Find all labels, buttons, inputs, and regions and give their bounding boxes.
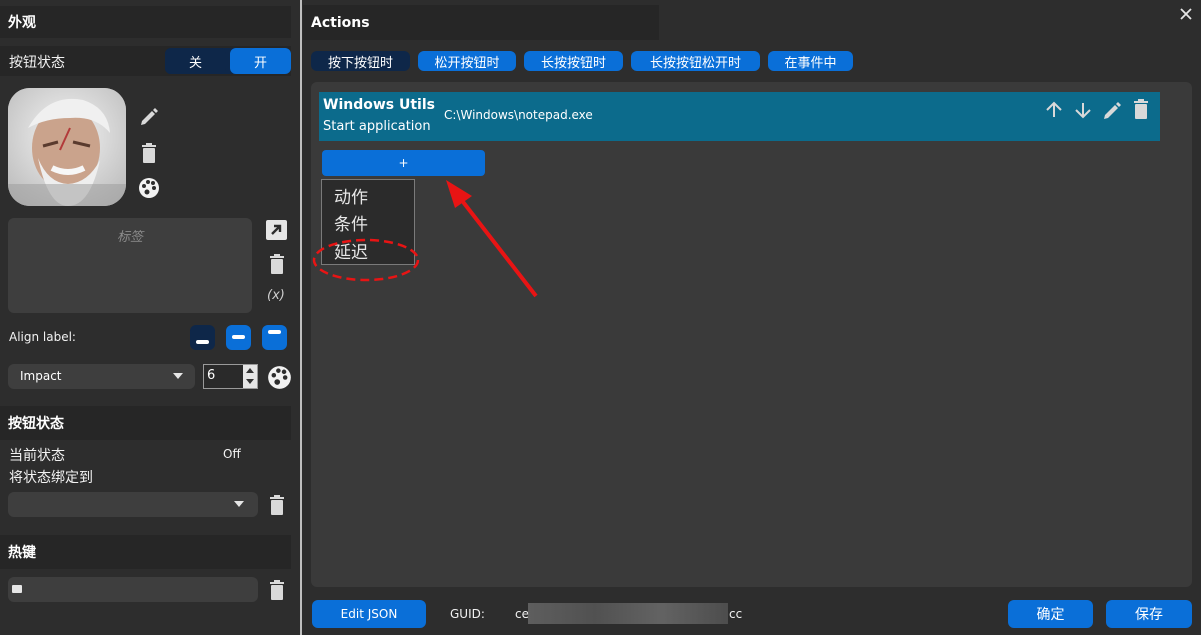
guid-label: GUID: <box>450 607 485 621</box>
highlight-ellipse <box>312 238 420 282</box>
actions-title: Actions <box>311 14 370 31</box>
hotkey-trash-icon[interactable] <box>268 578 286 602</box>
button-state-section-header: 按钮状态 <box>0 406 291 440</box>
annotation-arrow-head <box>446 180 472 208</box>
guid-suffix: cc <box>729 607 743 621</box>
tab-on-event[interactable]: 在事件中 <box>768 51 853 71</box>
font-size-stepper[interactable]: 6 <box>203 364 258 389</box>
label-trash-icon[interactable] <box>268 252 286 276</box>
edit-json-button[interactable]: Edit JSON <box>312 600 426 628</box>
left-sidebar: 外观 按钮状态 关 开 标签 (x) Align label: Impact 6… <box>0 0 300 635</box>
tab-press[interactable]: 按下按钮时 <box>311 51 410 71</box>
label-placeholder: 标签 <box>116 230 143 245</box>
bind-state-select[interactable] <box>8 492 258 517</box>
keyboard-icon <box>12 585 22 593</box>
guid-redacted <box>528 603 728 624</box>
action-title: Windows Utils <box>323 97 435 113</box>
action-pencil-icon[interactable] <box>1102 100 1122 120</box>
action-trash-icon[interactable] <box>1133 99 1149 121</box>
bind-state-label: 将状态绑定到 <box>9 470 93 486</box>
align-label-text: Align label: <box>9 330 76 344</box>
pencil-icon[interactable] <box>138 104 160 128</box>
appearance-header: 外观 <box>0 6 291 38</box>
column-divider <box>300 0 302 635</box>
font-size-value: 6 <box>207 368 216 383</box>
open-external-icon[interactable] <box>266 220 287 240</box>
action-subtitle: Start application <box>323 119 431 134</box>
bind-state-trash-icon[interactable] <box>268 493 286 517</box>
palette-icon[interactable] <box>137 176 161 200</box>
annotation-overlay <box>312 180 538 298</box>
close-icon[interactable] <box>1176 4 1196 24</box>
actions-header: Actions <box>303 5 659 40</box>
button-state-section-title: 按钮状态 <box>8 416 64 432</box>
tab-long-press[interactable]: 长按按钮时 <box>524 51 623 71</box>
arrow-down-icon[interactable] <box>1073 100 1093 120</box>
current-state-value: Off <box>223 447 241 461</box>
hotkey-section-title: 热键 <box>8 545 36 561</box>
ok-button[interactable]: 确定 <box>1008 600 1093 628</box>
toggle-on-button[interactable]: 开 <box>230 48 291 74</box>
current-state-label: 当前状态 <box>9 448 65 464</box>
hotkey-input[interactable] <box>8 577 258 602</box>
arrow-up-icon[interactable] <box>1044 100 1064 120</box>
font-select[interactable]: Impact <box>8 364 195 389</box>
trash-icon[interactable] <box>139 141 159 165</box>
chevron-down-icon <box>173 373 183 379</box>
stepper-arrows[interactable] <box>243 365 257 388</box>
button-image[interactable] <box>8 88 126 206</box>
tab-long-press-release[interactable]: 长按按钮松开时 <box>631 51 760 71</box>
align-bottom-button[interactable] <box>190 325 215 350</box>
action-path: C:\Windows\notepad.exe <box>444 108 593 122</box>
hotkey-section-header: 热键 <box>0 535 291 569</box>
guid-prefix: ce <box>515 607 529 621</box>
font-name: Impact <box>20 369 62 383</box>
align-middle-button[interactable] <box>226 325 251 350</box>
formula-icon[interactable]: (x) <box>267 288 285 303</box>
toggle-off-button[interactable]: 关 <box>165 48 226 74</box>
character-portrait <box>8 88 126 206</box>
action-item[interactable]: Windows Utils Start application C:\Windo… <box>319 92 1160 141</box>
annotation-arrow-line <box>458 196 538 298</box>
button-state-label: 按钮状态 <box>9 55 65 71</box>
label-textarea[interactable]: 标签 <box>8 218 252 313</box>
tab-release[interactable]: 松开按钮时 <box>418 51 516 71</box>
font-color-palette-icon[interactable] <box>266 364 292 390</box>
appearance-title: 外观 <box>8 15 36 31</box>
chevron-down-icon <box>234 501 244 507</box>
save-button[interactable]: 保存 <box>1106 600 1192 628</box>
align-top-button[interactable] <box>262 325 287 350</box>
